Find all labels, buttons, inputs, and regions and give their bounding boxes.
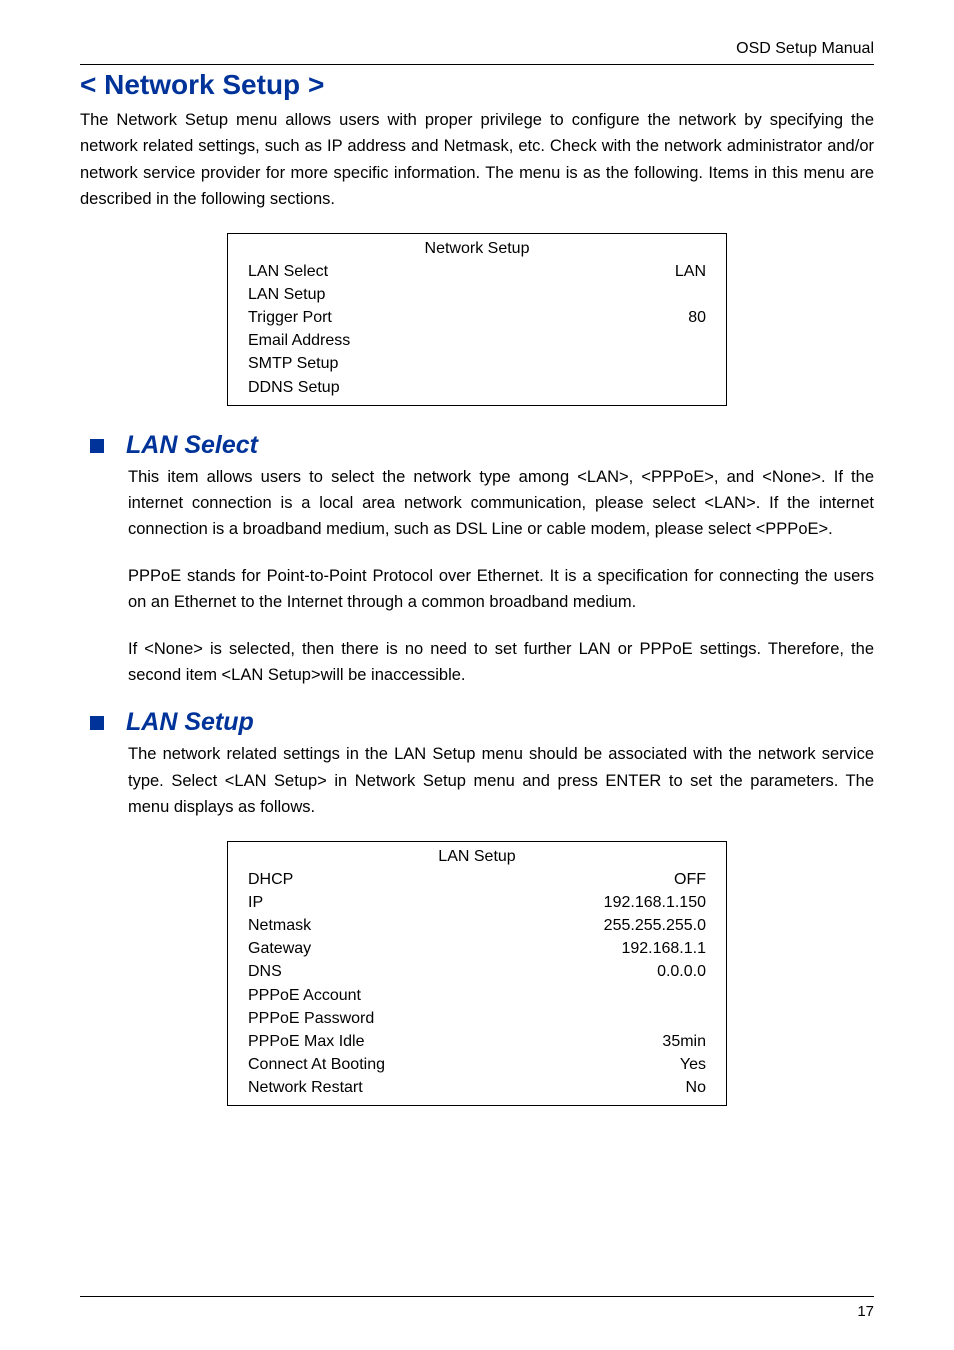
row-value: OFF [674, 868, 706, 891]
page-footer: 17 [80, 1296, 874, 1320]
page-title: < Network Setup > [80, 69, 874, 101]
row-value: 255.255.255.0 [604, 914, 706, 937]
table-row: Gateway 192.168.1.1 [248, 937, 706, 960]
row-label: PPPoE Max Idle [248, 1030, 365, 1053]
square-bullet-icon [90, 716, 104, 730]
row-label: IP [248, 891, 263, 914]
row-label: Connect At Booting [248, 1053, 385, 1076]
row-label: LAN Select [248, 260, 328, 283]
table-row: LAN Setup [248, 283, 706, 306]
table-row: DDNS Setup [248, 376, 706, 399]
row-value: Yes [680, 1053, 706, 1076]
row-label: Trigger Port [248, 306, 332, 329]
row-label: SMTP Setup [248, 352, 338, 375]
row-label: LAN Setup [248, 283, 325, 306]
section-header-lan-setup: LAN Setup [80, 708, 874, 737]
table-row: DHCP OFF [248, 868, 706, 891]
table-row: PPPoE Password [248, 1007, 706, 1030]
table-row: Network Restart No [248, 1076, 706, 1099]
row-label: DNS [248, 960, 282, 983]
lan-select-paragraph-1: This item allows users to select the net… [128, 464, 874, 543]
section-title: LAN Setup [126, 708, 254, 737]
table-row: Netmask 255.255.255.0 [248, 914, 706, 937]
page-number: 17 [857, 1303, 874, 1320]
table-row: DNS 0.0.0.0 [248, 960, 706, 983]
table-row: Email Address [248, 329, 706, 352]
row-label: Email Address [248, 329, 350, 352]
section-title: LAN Select [126, 431, 258, 460]
table-row: PPPoE Account [248, 984, 706, 1007]
table-row: SMTP Setup [248, 352, 706, 375]
square-bullet-icon [90, 439, 104, 453]
row-value: No [686, 1076, 706, 1099]
table-title: LAN Setup [248, 848, 706, 866]
lan-select-paragraph-2: PPPoE stands for Point-to-Point Protocol… [128, 563, 874, 616]
row-value: 35min [662, 1030, 706, 1053]
row-label: PPPoE Password [248, 1007, 374, 1030]
header-right: OSD Setup Manual [80, 40, 874, 65]
row-value: LAN [675, 260, 706, 283]
lan-setup-table: LAN Setup DHCP OFF IP 192.168.1.150 Netm… [227, 841, 727, 1107]
row-value: 0.0.0.0 [657, 960, 706, 983]
network-setup-table: Network Setup LAN Select LAN LAN Setup T… [227, 233, 727, 406]
table-title: Network Setup [248, 240, 706, 258]
row-label: Network Restart [248, 1076, 363, 1099]
section-header-lan-select: LAN Select [80, 431, 874, 460]
row-value: 80 [688, 306, 706, 329]
table-row: Trigger Port 80 [248, 306, 706, 329]
table-row: Connect At Booting Yes [248, 1053, 706, 1076]
table-row: IP 192.168.1.150 [248, 891, 706, 914]
lan-select-paragraph-3: If <None> is selected, then there is no … [128, 636, 874, 689]
row-value: 192.168.1.150 [604, 891, 706, 914]
intro-paragraph: The Network Setup menu allows users with… [80, 107, 874, 213]
row-label: Gateway [248, 937, 311, 960]
lan-setup-paragraph-1: The network related settings in the LAN … [128, 741, 874, 820]
row-label: Netmask [248, 914, 311, 937]
row-label: DDNS Setup [248, 376, 340, 399]
row-label: PPPoE Account [248, 984, 361, 1007]
row-value: 192.168.1.1 [621, 937, 706, 960]
row-label: DHCP [248, 868, 293, 891]
table-row: LAN Select LAN [248, 260, 706, 283]
table-row: PPPoE Max Idle 35min [248, 1030, 706, 1053]
